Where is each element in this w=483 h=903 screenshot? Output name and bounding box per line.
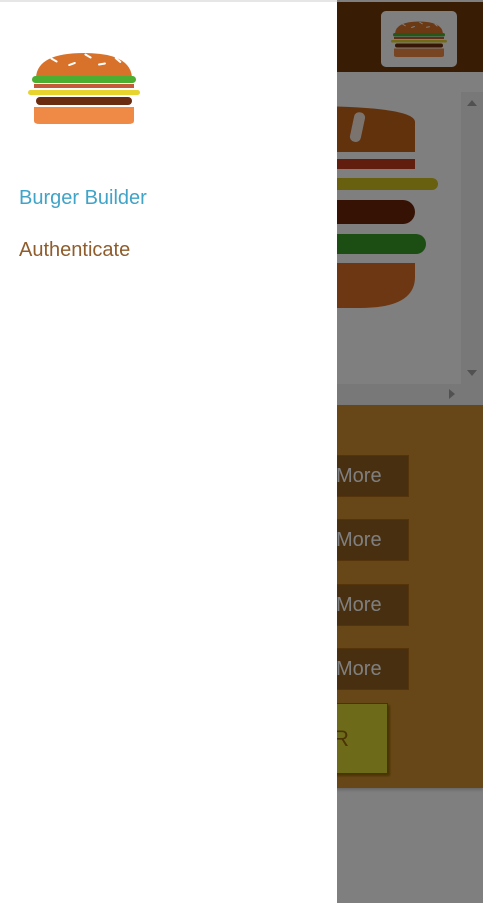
drawer-logo[interactable] xyxy=(28,51,140,125)
drawer-top-border xyxy=(0,0,337,2)
burger-logo-icon xyxy=(28,53,140,124)
navigation-items: Burger Builder Authenticate xyxy=(19,182,147,286)
nav-item-authenticate[interactable]: Authenticate xyxy=(19,234,147,267)
side-drawer: Burger Builder Authenticate xyxy=(0,0,337,903)
nav-item-burger-builder[interactable]: Burger Builder xyxy=(19,182,147,215)
